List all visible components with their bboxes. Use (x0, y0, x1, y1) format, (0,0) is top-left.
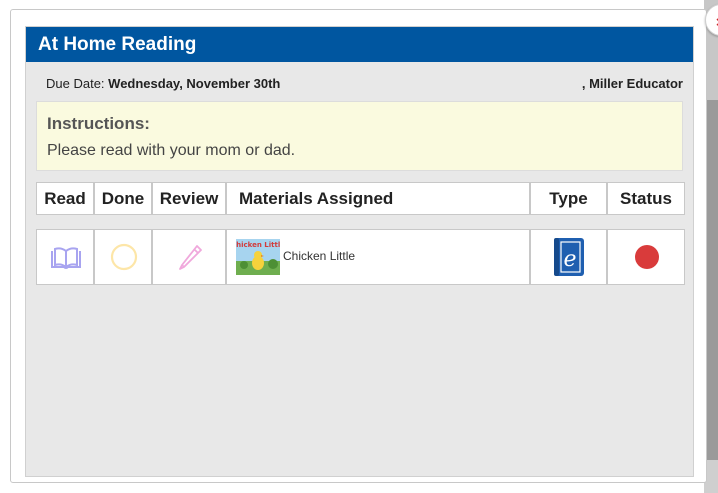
due-date-label: Due Date: (46, 76, 109, 91)
instructions-box: Instructions: Please read with your mom … (36, 101, 683, 171)
instructions-title: Instructions: (47, 114, 150, 133)
due-date: Due Date: Wednesday, November 30th (46, 76, 280, 91)
header-materials: Materials Assigned (226, 182, 530, 215)
open-book-icon[interactable] (50, 246, 82, 270)
thumbnail-title: Chicken Little (236, 241, 280, 249)
page-title: At Home Reading (38, 34, 197, 55)
instructions-text: Please read with your mom or dad. (47, 142, 296, 159)
read-cell[interactable] (36, 229, 94, 285)
title-bar: At Home Reading (26, 27, 693, 62)
header-read: Read (36, 182, 94, 215)
status-dot-icon (635, 245, 659, 269)
teacher-name: , Miller Educator (581, 76, 683, 91)
material-cell[interactable]: Chicken Little Chicken Little (226, 229, 530, 285)
status-cell (607, 229, 685, 285)
assignment-panel: At Home Reading Due Date: Wednesday, Nov… (25, 26, 694, 477)
header-done: Done (94, 182, 152, 215)
review-cell[interactable] (152, 229, 226, 285)
book-cover-thumbnail[interactable]: Chicken Little (236, 239, 280, 275)
empty-circle-icon[interactable] (109, 242, 139, 272)
header-review: Review (152, 182, 226, 215)
header-status: Status (607, 182, 685, 215)
due-date-value: Wednesday, November 30th (108, 76, 281, 91)
type-cell: e (530, 229, 607, 285)
header-type: Type (530, 182, 607, 215)
ebook-glyph: e (563, 247, 576, 272)
ebook-icon[interactable]: e (553, 237, 585, 277)
assignment-modal: At Home Reading Due Date: Wednesday, Nov… (10, 4, 718, 483)
pencil-icon[interactable] (176, 243, 204, 271)
done-cell[interactable] (94, 229, 152, 285)
material-title[interactable]: Chicken Little (283, 249, 355, 263)
